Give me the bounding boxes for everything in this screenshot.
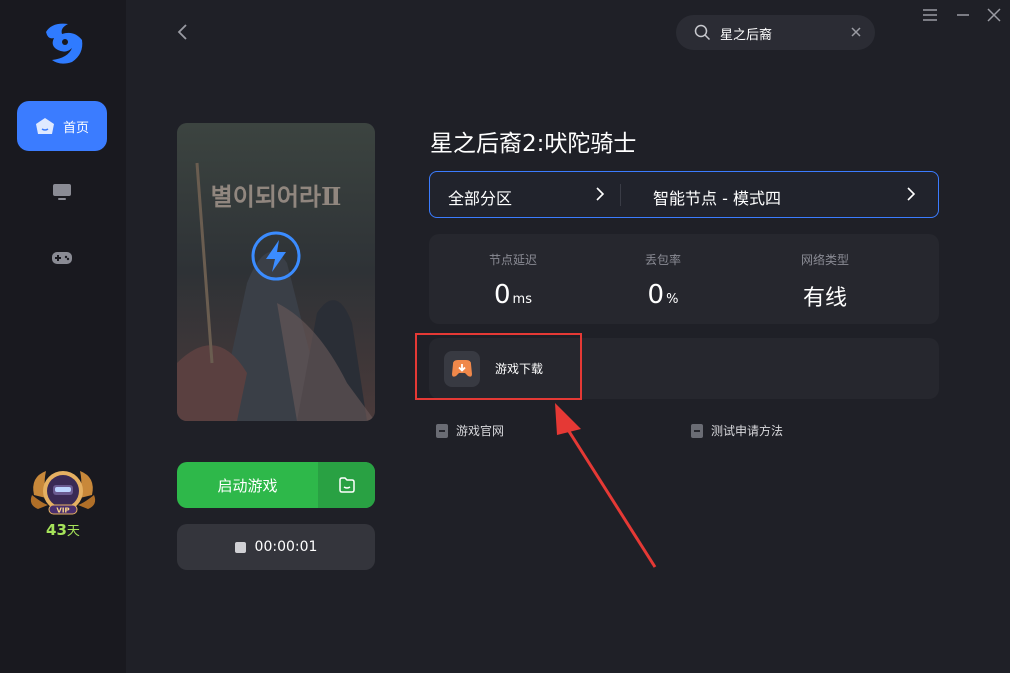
- back-icon[interactable]: [174, 22, 192, 42]
- vip-days-unit: 天: [66, 524, 80, 539]
- timer-text: 00:00:01: [254, 539, 318, 555]
- highlight-box: [415, 333, 582, 400]
- boost-icon[interactable]: [250, 230, 302, 282]
- document-icon: [691, 423, 703, 438]
- vip-days: 43天: [0, 520, 126, 539]
- zone-region-select[interactable]: 全部分区: [448, 185, 512, 209]
- stat-network-type-value: 有线: [802, 286, 847, 311]
- app-logo-icon: [46, 23, 83, 64]
- stat-packet-loss-value: 0: [647, 280, 665, 310]
- stat-latency-label: 节点延迟: [488, 253, 537, 267]
- stat-latency-unit: ms: [512, 292, 532, 307]
- close-icon[interactable]: [985, 6, 1003, 24]
- stat-packet-loss-unit: %: [666, 292, 679, 307]
- menu-icon[interactable]: [921, 6, 939, 24]
- search-input[interactable]: 星之后裔: [720, 24, 772, 43]
- official-site-link[interactable]: 游戏官网: [436, 422, 504, 439]
- stat-network-type-label: 网络类型: [800, 253, 849, 267]
- document-icon: [436, 423, 448, 438]
- stop-timer-button[interactable]: 00:00:01: [177, 524, 375, 570]
- chevron-right-icon[interactable]: [595, 187, 605, 201]
- gamepad-icon[interactable]: [50, 246, 74, 270]
- search-box[interactable]: 星之后裔: [676, 15, 875, 50]
- stat-network-type: 网络类型 有线: [755, 251, 895, 312]
- minimize-icon[interactable]: [954, 6, 972, 24]
- stop-icon: [234, 541, 246, 553]
- test-apply-label[interactable]: 测试申请方法: [711, 422, 783, 439]
- launch-game-label[interactable]: 启动游戏: [177, 462, 318, 508]
- clear-search-icon[interactable]: [848, 24, 864, 40]
- test-apply-link[interactable]: 测试申请方法: [691, 422, 783, 439]
- zone-divider: [620, 184, 621, 206]
- search-icon: [694, 24, 711, 41]
- stat-packet-loss: 丢包率 0%: [593, 251, 733, 310]
- folder-icon: [338, 477, 355, 493]
- chevron-right-icon[interactable]: [906, 187, 916, 201]
- open-folder-button[interactable]: [318, 462, 375, 508]
- nav-home-label: 首页: [62, 120, 89, 136]
- network-stats-panel: 节点延迟 0 ms 丢包率 0% 网络类型 有线: [429, 234, 939, 324]
- red-arrow-annotation: [555, 403, 657, 568]
- game-cover: 별이되어라Ⅱ: [177, 123, 375, 421]
- nav-home[interactable]: 首页: [17, 101, 107, 151]
- stat-latency-value: 0: [494, 280, 511, 310]
- zone-selector: 全部分区 智能节点 - 模式四: [429, 171, 939, 218]
- monitor-icon[interactable]: [50, 180, 74, 204]
- stat-latency: 节点延迟 0 ms: [443, 251, 583, 310]
- svg-text:VIP: VIP: [56, 507, 69, 515]
- sidebar: 首页 VIP 43天: [0, 0, 126, 673]
- home-icon: [35, 118, 54, 134]
- vip-days-count: 43: [46, 521, 67, 539]
- official-site-label[interactable]: 游戏官网: [456, 422, 504, 439]
- game-title: 星之后裔2:吠陀骑士: [430, 131, 637, 157]
- launch-game-button[interactable]: 启动游戏: [177, 462, 375, 508]
- svg-text:별이되어라Ⅱ: 별이되어라Ⅱ: [211, 182, 342, 211]
- stat-packet-loss-label: 丢包率: [644, 253, 681, 267]
- node-mode-select[interactable]: 智能节点 - 模式四: [653, 185, 781, 209]
